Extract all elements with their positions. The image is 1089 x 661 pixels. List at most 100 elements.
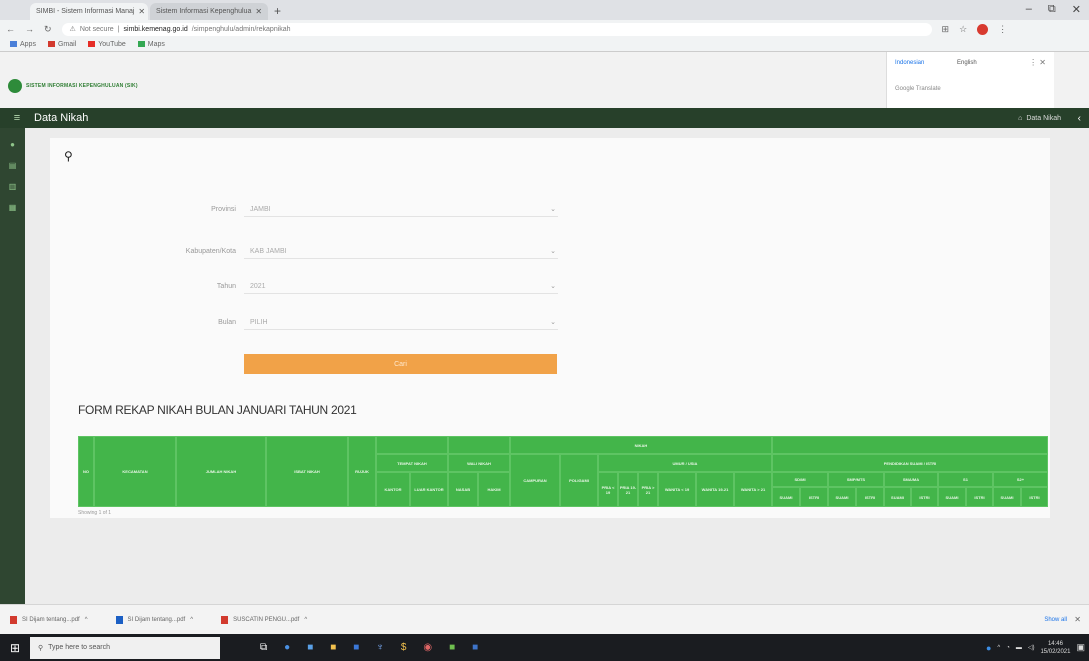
kabupaten-select[interactable]: KAB JAMBI ⌄: [244, 245, 558, 259]
profile-avatar[interactable]: [977, 23, 989, 35]
th-nasab: NASAB: [448, 472, 478, 507]
sidebar: ● ▤ ▥ ▦: [0, 128, 25, 604]
report-title: FORM REKAP NIKAH BULAN JANUARI TAHUN 202…: [78, 403, 357, 417]
chevron-up-icon[interactable]: ^: [190, 617, 193, 623]
app-icon[interactable]: ■: [449, 642, 455, 653]
edge-icon[interactable]: ●: [284, 642, 290, 653]
store-icon[interactable]: ■: [307, 642, 313, 653]
extensions-icon[interactable]: ⊞: [942, 24, 950, 35]
th-edu-sd: SD/MI: [772, 472, 828, 487]
app-icon[interactable]: $: [401, 642, 407, 653]
task-view-icon[interactable]: ⧉: [260, 642, 267, 653]
th-suami: SUAMI: [884, 487, 911, 507]
list-icon[interactable]: ▤: [9, 161, 17, 170]
app-icon[interactable]: ♆: [376, 642, 384, 653]
url-domain: simbi.kemenag.go.id: [123, 25, 188, 33]
taskbar-search[interactable]: ⚲ Type here to search: [30, 636, 220, 659]
home-icon[interactable]: ⌂: [1018, 115, 1022, 122]
lang-indonesian[interactable]: Indonesian: [895, 60, 924, 66]
close-downloads-icon[interactable]: ✕: [1074, 615, 1081, 624]
provinsi-label: Provinsi: [211, 206, 236, 213]
th-pendidikan: PENDIDIKAN SUAMI / ISTRI: [772, 454, 1048, 472]
chevron-up-icon[interactable]: ^: [85, 617, 88, 623]
th-istri: ISTRI: [966, 487, 993, 507]
translate-close-icon[interactable]: ⋮ ✕: [1029, 58, 1046, 67]
volume-icon[interactable]: ◁): [1028, 644, 1035, 651]
close-window-icon[interactable]: ✕: [1072, 3, 1081, 16]
download-item[interactable]: SI Dijam tentang...pdf ^: [10, 615, 88, 624]
top-navbar: ≡ Data Nikah ⌂ Data Nikah ‹: [0, 108, 1089, 128]
logo-text: SISTEM INFORMASI KEPENGHULUAN (SIK): [26, 83, 138, 89]
maps-icon: [137, 41, 145, 48]
window-controls: – ⧉ ✕: [1026, 3, 1081, 16]
hamburger-icon[interactable]: ≡: [0, 112, 34, 124]
th-tempat-nikah: TEMPAT NIKAH: [376, 454, 448, 472]
collapse-icon[interactable]: ‹: [1078, 113, 1081, 124]
search-button[interactable]: Cari: [244, 354, 557, 374]
address-bar-row: ← → ↻ ⚠ Not secure | simbi.kemenag.go.id…: [0, 20, 1089, 38]
gmail-icon: [47, 41, 55, 48]
reload-icon[interactable]: ↻: [44, 24, 52, 35]
show-all-link[interactable]: Show all: [1044, 617, 1067, 623]
th-wanita-gt21: WANITA > 21: [734, 472, 772, 507]
th-kantor: KANTOR: [376, 472, 410, 507]
chart-icon[interactable]: ▥: [9, 182, 17, 191]
menu-dots-icon[interactable]: ⋮: [998, 24, 1007, 35]
notification-icon[interactable]: ▣: [1076, 642, 1085, 653]
chevron-up-icon[interactable]: ^: [304, 617, 307, 623]
dashboard-icon[interactable]: ●: [10, 140, 15, 149]
table-icon[interactable]: ▦: [9, 203, 17, 212]
download-item[interactable]: SUSCATIN PENGU...pdf ^: [221, 615, 307, 624]
bulan-row: Bulan PILIH ⌄: [50, 316, 570, 330]
page-title: Data Nikah: [34, 112, 89, 124]
bookmark-gmail[interactable]: Gmail: [47, 41, 76, 48]
mail-icon[interactable]: ■: [353, 642, 359, 653]
th-suami: SUAMI: [828, 487, 856, 507]
app-tray-icon[interactable]: ●: [986, 643, 991, 653]
download-item[interactable]: SI Dijam tentang...pdf ^: [115, 615, 193, 624]
battery-icon[interactable]: ▬: [1016, 645, 1022, 651]
word-icon[interactable]: ■: [472, 642, 478, 653]
windows-start-icon[interactable]: ⊞: [0, 641, 30, 655]
windows-taskbar: ⊞ ⚲ Type here to search ⧉ ● ■ ■ ■ ♆ $ ◉ …: [0, 634, 1089, 661]
th-poligami: POLIGAMI: [560, 454, 598, 507]
close-tab-icon[interactable]: ✕: [255, 7, 262, 16]
th-wanita-19-21: WANITA 19-21: [696, 472, 734, 507]
new-tab-icon[interactable]: +: [274, 4, 281, 20]
th-hakim: HAKIM: [478, 472, 510, 507]
taskbar-apps: ⧉ ● ■ ■ ■ ♆ $ ◉ ■ ■: [260, 642, 478, 653]
th-istri: ISTRI: [800, 487, 828, 507]
bookmark-youtube[interactable]: YouTube: [88, 41, 126, 48]
close-tab-icon[interactable]: ✕: [138, 7, 145, 16]
clock[interactable]: 14:46 15/02/2021: [1040, 640, 1070, 656]
browser-tab[interactable]: SIMBI - Sistem Informasi Manaj ✕: [30, 3, 148, 20]
browser-tab[interactable]: Sistem Informasi Kepenghulua ✕: [150, 3, 268, 20]
system-tray: ● ^ ◔ ▬ ◁) 14:46 15/02/2021 ▣: [986, 634, 1085, 661]
site-logo[interactable]: SISTEM INFORMASI KEPENGHULUAN (SIK): [8, 79, 138, 93]
url-field[interactable]: ⚠ Not secure | simbi.kemenag.go.id/simpe…: [61, 22, 932, 36]
provinsi-select[interactable]: JAMBI ⌄: [244, 203, 558, 217]
forward-icon[interactable]: →: [25, 24, 34, 34]
file-explorer-icon[interactable]: ■: [330, 642, 336, 653]
bookmark-maps[interactable]: Maps: [137, 41, 165, 48]
th-istri: ISTRI: [911, 487, 938, 507]
th-kecamatan: KECAMATAN: [94, 436, 176, 507]
tray-arrow-icon[interactable]: ^: [997, 645, 1000, 651]
search-icon: ⚲: [64, 149, 73, 163]
lang-english[interactable]: English: [957, 60, 977, 66]
bookmark-apps[interactable]: Apps: [10, 41, 36, 48]
security-label: Not secure: [79, 25, 114, 33]
th-edu-smp: SMP/MTS: [828, 472, 884, 487]
back-icon[interactable]: ←: [6, 24, 15, 34]
network-icon[interactable]: ◔: [1006, 645, 1010, 651]
breadcrumb-current[interactable]: Data Nikah: [1026, 115, 1061, 122]
chrome-icon[interactable]: ◉: [423, 642, 432, 653]
star-icon[interactable]: ☆: [959, 24, 967, 35]
chevron-down-icon: ⌄: [550, 248, 556, 255]
url-path: /simpenghulu/admin/rekapnikah: [191, 25, 291, 33]
maximize-icon[interactable]: ⧉: [1048, 3, 1056, 16]
minimize-icon[interactable]: –: [1026, 3, 1032, 16]
pdf-icon: [10, 615, 17, 624]
bulan-select[interactable]: PILIH ⌄: [244, 316, 558, 330]
tahun-select[interactable]: 2021 ⌄: [244, 280, 558, 294]
